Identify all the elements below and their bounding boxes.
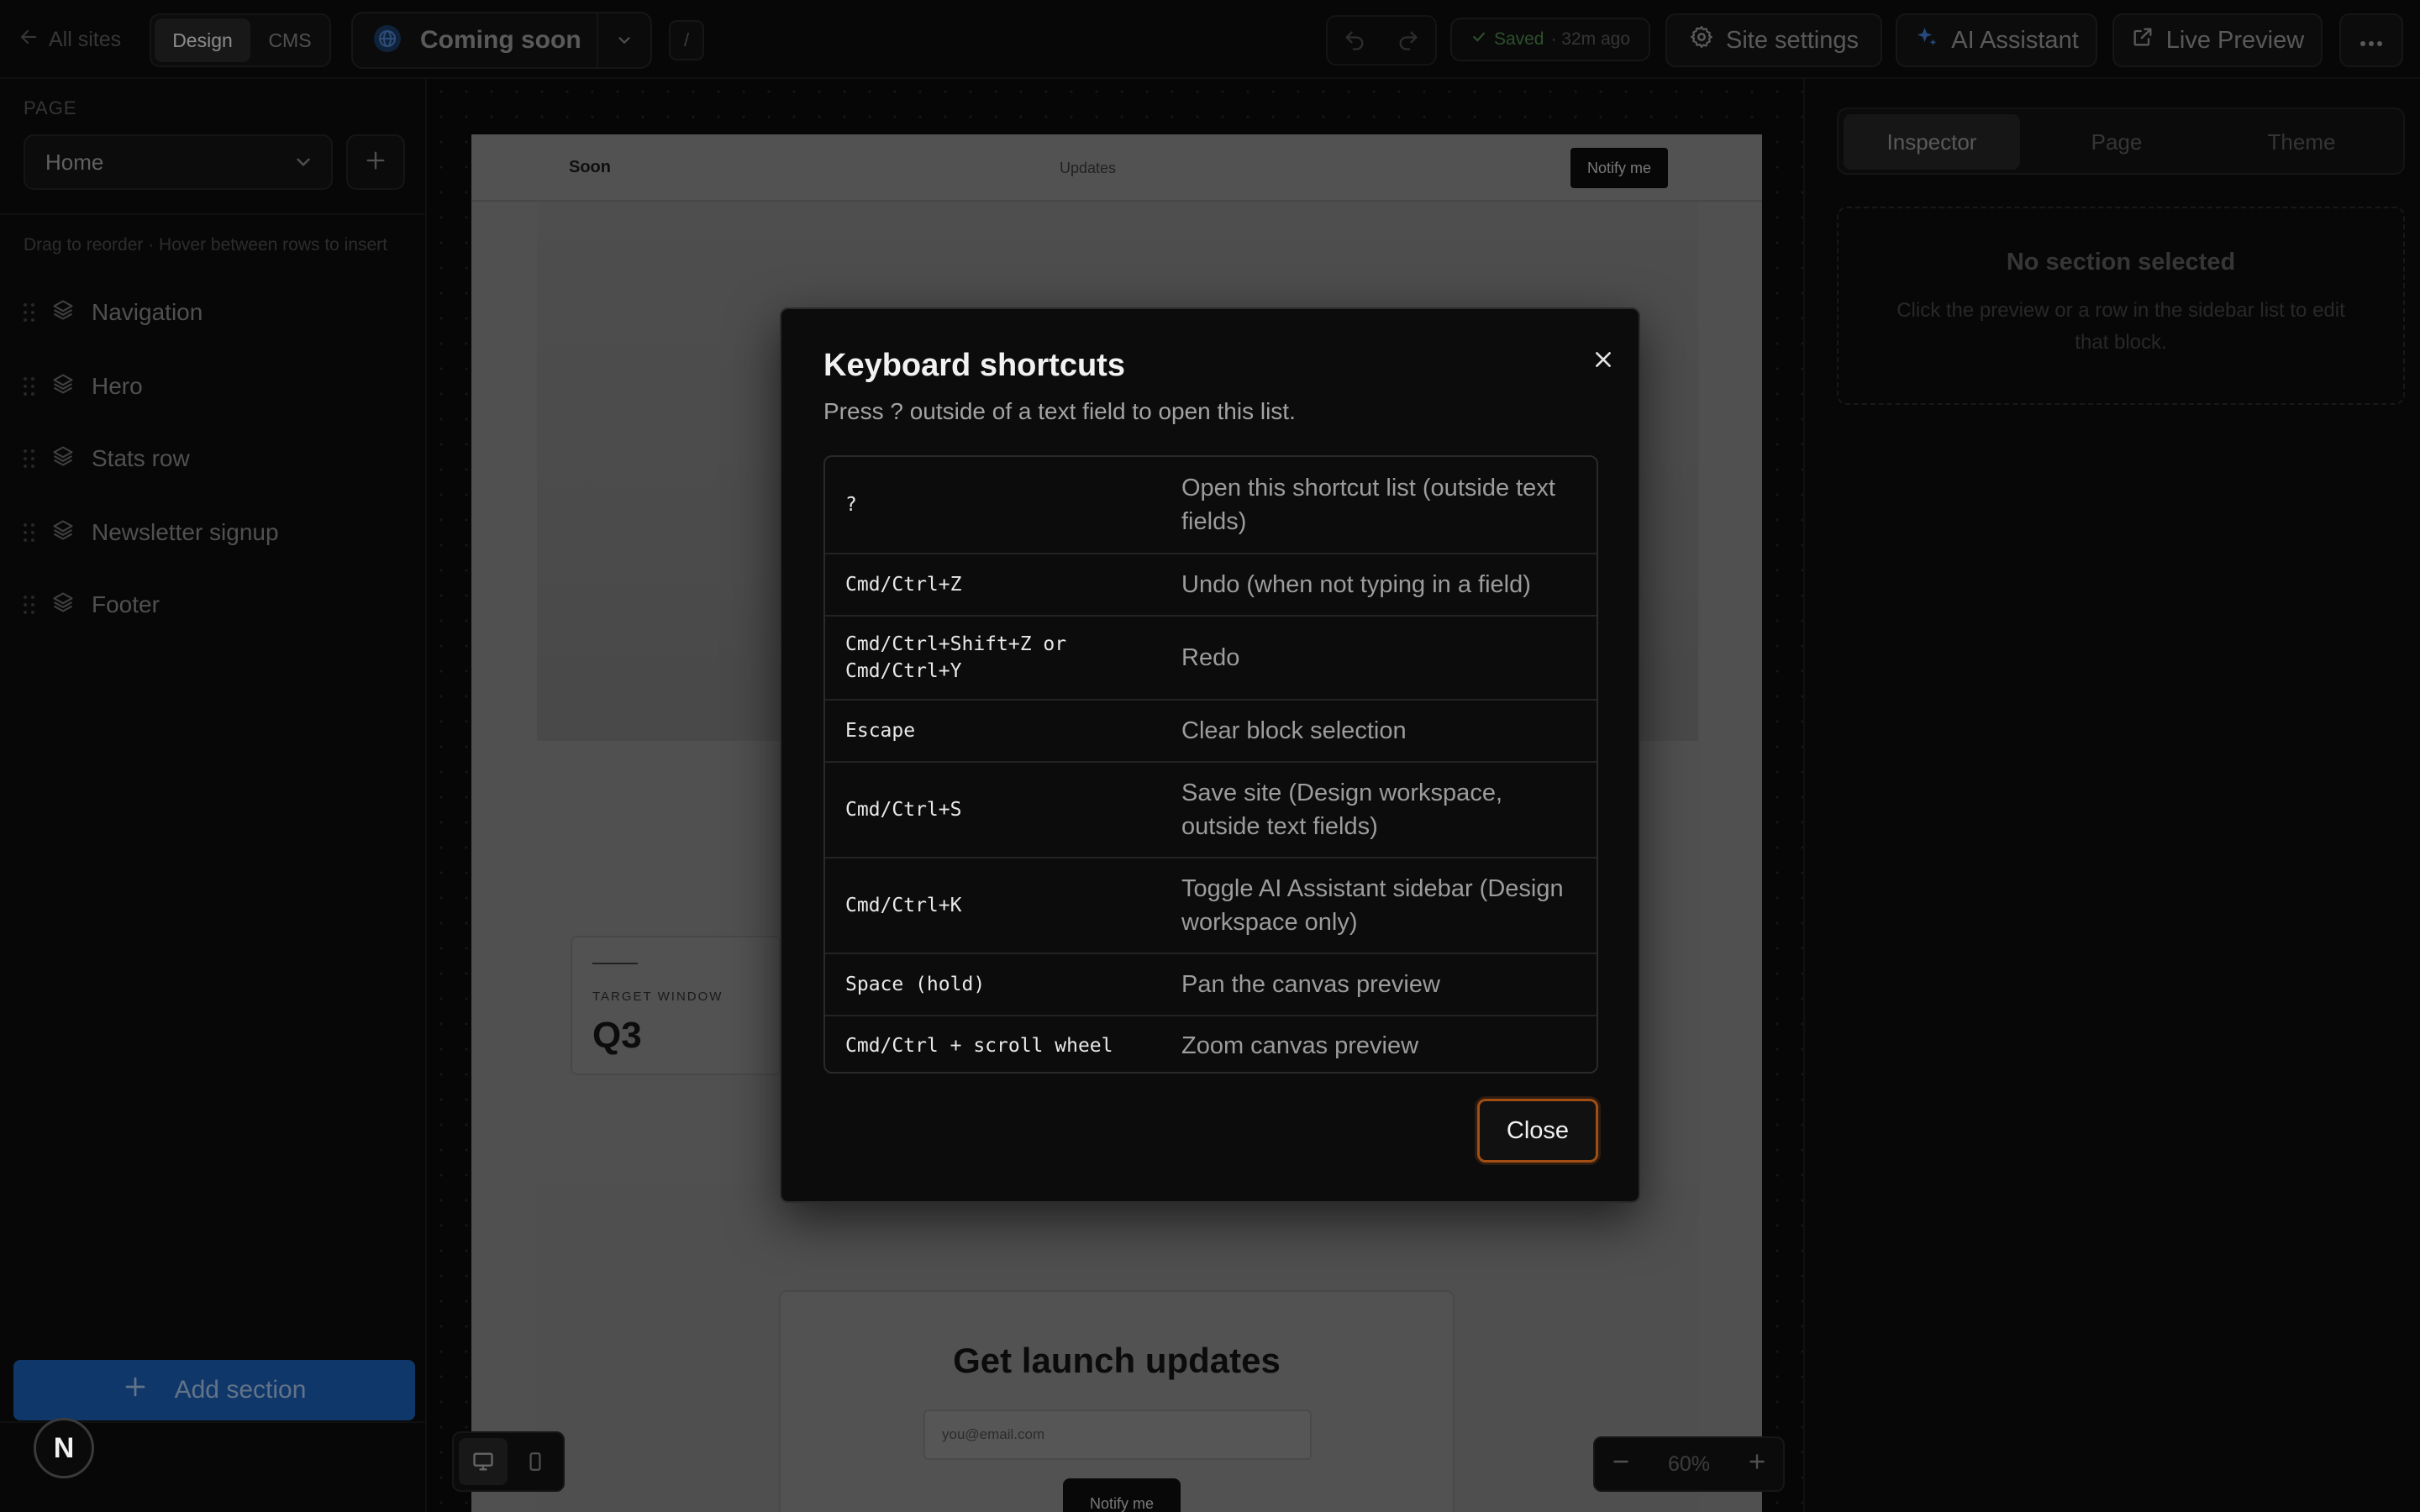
shortcut-row: Cmd/Ctrl + scroll wheel Zoom canvas prev… xyxy=(825,1015,1597,1072)
user-avatar[interactable]: N xyxy=(34,1418,94,1478)
shortcut-row: Space (hold) Pan the canvas preview xyxy=(825,953,1597,1015)
shortcut-row: Escape Clear block selection xyxy=(825,699,1597,761)
shortcut-key: Cmd/Ctrl + scroll wheel xyxy=(845,1035,1113,1057)
dialog-subtitle: Press ? outside of a text field to open … xyxy=(823,398,1296,424)
shortcut-description: Pan the canvas preview xyxy=(1181,971,1440,998)
keyboard-shortcuts-dialog: Keyboard shortcuts Press ? outside of a … xyxy=(780,307,1640,1203)
shortcut-description: Redo xyxy=(1181,644,1240,671)
shortcut-key: Cmd/Ctrl+S xyxy=(845,799,962,821)
close-button[interactable]: Close xyxy=(1477,1099,1598,1163)
shortcut-key: Cmd/Ctrl+K xyxy=(845,895,962,916)
shortcut-row: ? Open this shortcut list (outside text … xyxy=(825,457,1597,553)
shortcut-key: ? xyxy=(845,494,857,516)
shortcut-row: Cmd/Ctrl+Shift+Z or Cmd/Ctrl+Y Redo xyxy=(825,615,1597,699)
shortcut-description: Zoom canvas preview xyxy=(1181,1032,1419,1059)
shortcut-key: Cmd/Ctrl+Z xyxy=(845,574,962,596)
shortcut-description: Undo (when not typing in a field) xyxy=(1181,571,1531,598)
shortcut-description: Clear block selection xyxy=(1181,717,1407,744)
shortcut-key: Escape xyxy=(845,720,916,742)
dialog-title: Keyboard shortcuts xyxy=(823,348,1125,383)
close-icon[interactable] xyxy=(1585,341,1622,378)
shortcut-row: Cmd/Ctrl+Z Undo (when not typing in a fi… xyxy=(825,553,1597,615)
shortcut-row: Cmd/Ctrl+K Toggle AI Assistant sidebar (… xyxy=(825,857,1597,953)
shortcut-description: Open this shortcut list (outside text fi… xyxy=(1181,475,1555,535)
shortcut-description: Save site (Design workspace, outside tex… xyxy=(1181,780,1502,840)
shortcut-key: Cmd/Ctrl+Shift+Z or Cmd/Ctrl+Y xyxy=(845,633,1067,682)
shortcut-row: Cmd/Ctrl+S Save site (Design workspace, … xyxy=(825,761,1597,857)
shortcut-description: Toggle AI Assistant sidebar (Design work… xyxy=(1181,875,1564,936)
shortcut-key: Space (hold) xyxy=(845,974,986,995)
shortcuts-table: ? Open this shortcut list (outside text … xyxy=(823,455,1598,1074)
